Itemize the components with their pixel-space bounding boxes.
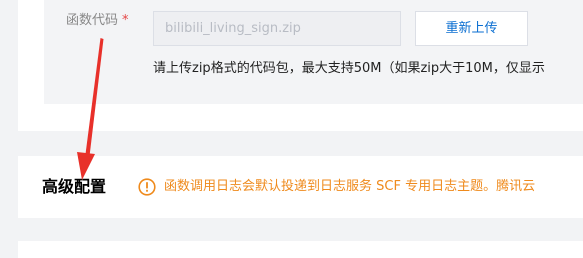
- code-package-file-field[interactable]: bilibili_living_sign.zip: [153, 11, 401, 46]
- reupload-button[interactable]: 重新上传: [415, 11, 528, 46]
- function-code-label: 函数代码 *: [66, 12, 129, 30]
- warning-circle-icon: [138, 178, 156, 196]
- advanced-config-title[interactable]: 高级配置: [42, 177, 106, 197]
- function-code-label-text: 函数代码: [66, 13, 119, 28]
- log-delivery-notice: 函数调用日志会默认投递到日志服务 SCF 专用日志主题。腾讯云: [164, 179, 536, 194]
- upload-hint: 请上传zip格式的代码包，最大支持50M（如果zip大于10M，仅显示: [153, 61, 545, 76]
- required-star: *: [122, 13, 129, 28]
- next-section-card: [18, 241, 583, 258]
